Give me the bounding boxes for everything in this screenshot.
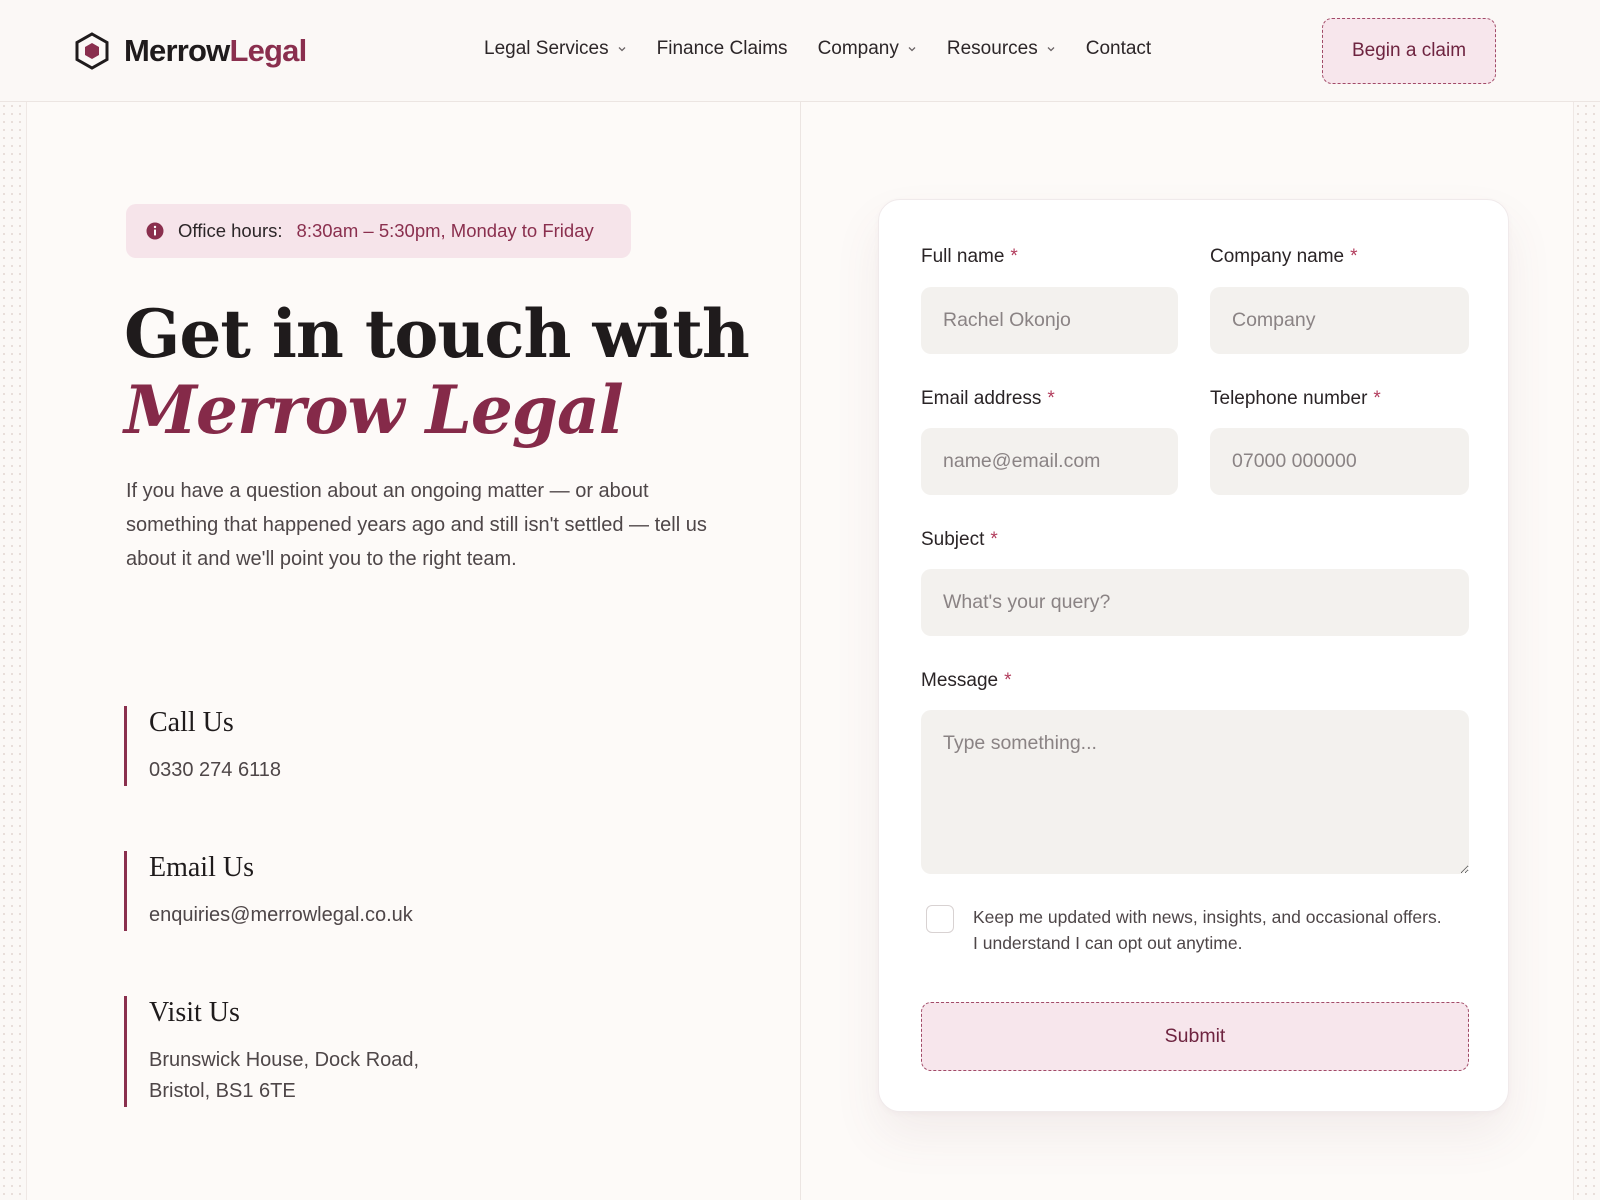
- address-line-1: Brunswick House, Dock Road,: [149, 1049, 420, 1071]
- contact-email: Email Us enquiries@merrowlegal.co.uk: [124, 851, 524, 931]
- message-label-text: Message: [921, 670, 999, 691]
- telephone-input[interactable]: [1210, 428, 1469, 495]
- email-input[interactable]: [921, 428, 1178, 495]
- brand-name-part1: Merrow: [124, 33, 230, 68]
- consent-line-1: Keep me updated with news, insights, and…: [973, 907, 1442, 927]
- email-label: Email address *: [921, 388, 1055, 410]
- office-hours-value: 8:30am – 5:30pm, Monday to Friday: [296, 220, 594, 241]
- required-marker: *: [1047, 388, 1055, 409]
- chevron-down-icon: [618, 47, 626, 52]
- nav-item-resources[interactable]: Resources: [947, 38, 1056, 60]
- submit-button[interactable]: Submit: [921, 1002, 1469, 1071]
- contact-call: Call Us 0330 274 6118: [124, 706, 524, 786]
- page-title-line1: Get in touch with: [124, 295, 750, 373]
- nav-item-label: Legal Services: [484, 38, 609, 59]
- nav-item-contact[interactable]: Contact: [1086, 38, 1151, 60]
- newsletter-consent-checkbox[interactable]: [926, 905, 954, 933]
- subject-input[interactable]: [921, 569, 1469, 636]
- begin-claim-button[interactable]: Begin a claim: [1322, 18, 1496, 84]
- info-icon: [146, 222, 164, 240]
- right-dotted-margin: [1574, 102, 1600, 1200]
- contact-visit: Visit Us Brunswick House, Dock Road, Bri…: [124, 996, 524, 1107]
- main-nav: Legal Services Finance Claims Company Re…: [484, 38, 1181, 60]
- office-hours-label: Office hours:: [178, 220, 283, 241]
- subject-label-text: Subject: [921, 529, 985, 550]
- company-name-input[interactable]: [1210, 287, 1469, 354]
- full-name-input[interactable]: [921, 287, 1178, 354]
- nav-item-label: Finance Claims: [656, 38, 788, 59]
- full-name-label-text: Full name: [921, 246, 1005, 267]
- required-marker: *: [1010, 246, 1018, 267]
- message-textarea[interactable]: [921, 710, 1469, 874]
- contact-address: Brunswick House, Dock Road, Bristol, BS1…: [149, 1045, 524, 1107]
- left-dotted-margin: [0, 102, 26, 1200]
- required-marker: *: [1373, 388, 1381, 409]
- subject-label: Subject *: [921, 529, 998, 551]
- contact-phone-line: 0330 274 6118: [149, 759, 281, 781]
- nav-item-company[interactable]: Company: [818, 38, 917, 60]
- telephone-label: Telephone number *: [1210, 388, 1381, 410]
- nav-item-finance-claims[interactable]: Finance Claims: [657, 38, 788, 60]
- contact-visit-title: Visit Us: [149, 997, 240, 1028]
- contact-phone-number[interactable]: 0330 274 6118: [149, 755, 524, 786]
- contact-email-title: Email Us: [149, 852, 254, 883]
- required-marker: *: [1004, 670, 1012, 691]
- nav-item-legal-services[interactable]: Legal Services: [484, 38, 627, 60]
- telephone-label-text: Telephone number: [1210, 388, 1368, 409]
- company-name-label: Company name *: [1210, 246, 1358, 268]
- hexagon-logo-icon: [75, 32, 109, 70]
- newsletter-consent-text: Keep me updated with news, insights, and…: [973, 904, 1473, 956]
- column-divider: [800, 102, 801, 1200]
- nav-item-label: Contact: [1085, 38, 1152, 59]
- company-name-label-text: Company name: [1210, 246, 1345, 267]
- consent-line-2: I understand I can opt out anytime.: [973, 933, 1243, 953]
- page-title: Get in touch with Merrow Legal: [124, 295, 750, 449]
- nav-item-label: Resources: [946, 38, 1038, 59]
- full-name-label: Full name *: [921, 246, 1018, 268]
- site-header: MerrowLegal Legal Services Finance Claim…: [0, 0, 1600, 102]
- required-marker: *: [1350, 246, 1358, 267]
- chevron-down-icon: [1047, 47, 1055, 52]
- office-hours-banner: Office hours: 8:30am – 5:30pm, Monday to…: [126, 204, 631, 258]
- brand-name: MerrowLegal: [124, 33, 307, 69]
- message-label: Message *: [921, 670, 1012, 692]
- contact-email-address[interactable]: enquiries@merrowlegal.co.uk: [149, 900, 524, 931]
- address-line-2: Bristol, BS1 6TE: [149, 1080, 296, 1102]
- page-title-line2: Merrow Legal: [124, 371, 624, 449]
- email-label-text: Email address: [921, 388, 1042, 409]
- contact-form: Full name* Company name* Email address* …: [878, 199, 1509, 1112]
- brand-logo[interactable]: MerrowLegal: [74, 32, 307, 70]
- required-marker: *: [990, 529, 998, 550]
- intro-description: If you have a question about an ongoing …: [126, 480, 707, 570]
- contact-email-line: enquiries@merrowlegal.co.uk: [149, 904, 413, 926]
- contact-call-title: Call Us: [149, 707, 234, 738]
- brand-name-part2: Legal: [229, 33, 307, 68]
- chevron-down-icon: [908, 47, 916, 52]
- nav-item-label: Company: [817, 38, 899, 59]
